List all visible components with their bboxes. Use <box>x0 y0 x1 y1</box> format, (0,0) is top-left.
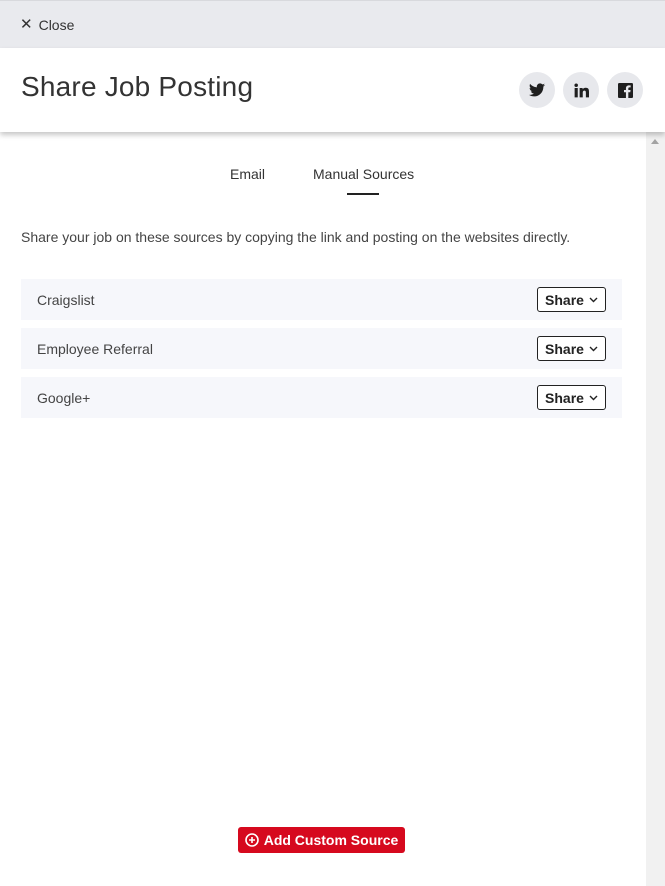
facebook-icon <box>617 82 633 98</box>
vertical-scrollbar[interactable] <box>646 132 665 886</box>
share-dropdown-button[interactable]: Share <box>537 287 606 312</box>
source-name: Craigslist <box>37 291 95 308</box>
close-button[interactable]: ✕ Close <box>20 17 74 33</box>
source-row-google-plus: Google+ Share <box>21 377 622 418</box>
tab-email[interactable]: Email <box>230 166 265 182</box>
share-label: Share <box>545 340 584 357</box>
chevron-down-icon <box>589 346 598 351</box>
add-custom-source-label: Add Custom Source <box>263 832 399 848</box>
tab-manual-sources[interactable]: Manual Sources <box>313 166 414 182</box>
share-label: Share <box>545 389 584 406</box>
twitter-icon <box>529 83 545 97</box>
facebook-share-button[interactable] <box>607 72 643 108</box>
header: Share Job Posting <box>0 48 665 132</box>
description-text: Share your job on these sources by copyi… <box>21 229 571 245</box>
source-name: Employee Referral <box>37 340 153 357</box>
share-dropdown-button[interactable]: Share <box>537 336 606 361</box>
tab-bar: Email Manual Sources <box>0 166 646 196</box>
share-label: Share <box>545 291 584 308</box>
add-custom-source-button[interactable]: Add Custom Source <box>238 827 405 853</box>
chevron-down-icon <box>589 297 598 302</box>
close-icon: ✕ <box>20 16 33 33</box>
linkedin-icon <box>573 82 589 97</box>
twitter-share-button[interactable] <box>519 72 555 108</box>
linkedin-share-button[interactable] <box>563 72 599 108</box>
plus-circle-icon <box>244 833 259 847</box>
close-label: Close <box>38 16 75 33</box>
page-title: Share Job Posting <box>21 71 254 102</box>
scroll-up-arrow-icon[interactable] <box>651 139 659 144</box>
chevron-down-icon <box>589 395 598 400</box>
content-area: Email Manual Sources Share your job on t… <box>0 132 646 886</box>
source-row-craigslist: Craigslist Share <box>21 279 622 320</box>
active-tab-indicator <box>347 193 379 195</box>
social-share-group <box>519 72 643 108</box>
share-dropdown-button[interactable]: Share <box>537 385 606 410</box>
top-bar: ✕ Close <box>0 0 665 48</box>
source-row-employee-referral: Employee Referral Share <box>21 328 622 369</box>
source-name: Google+ <box>37 389 91 406</box>
